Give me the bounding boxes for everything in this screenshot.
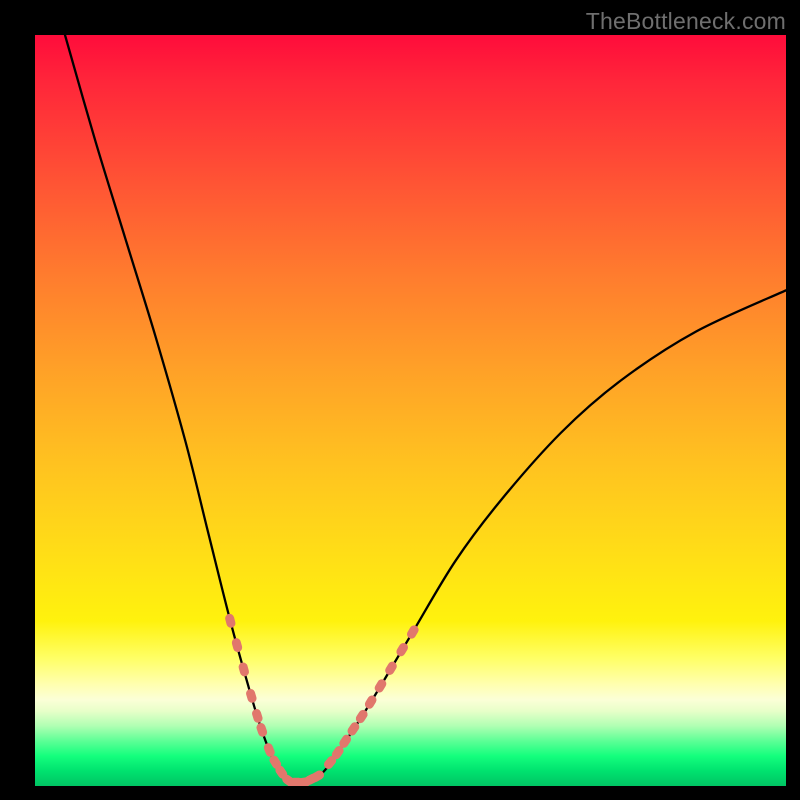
curve-marker bbox=[251, 708, 264, 724]
watermark-text: TheBottleneck.com bbox=[586, 8, 786, 35]
curve-marker bbox=[231, 637, 243, 653]
curve-layer bbox=[35, 35, 786, 786]
bottleneck-curve bbox=[65, 35, 786, 783]
plot-area bbox=[35, 35, 786, 786]
curve-marker bbox=[255, 722, 268, 738]
curve-marker bbox=[245, 688, 258, 704]
chart-frame: TheBottleneck.com bbox=[0, 0, 800, 800]
curve-marker bbox=[354, 708, 369, 725]
curve-marker bbox=[224, 613, 236, 629]
curve-marker bbox=[395, 641, 410, 658]
bottleneck-curve-path bbox=[65, 35, 786, 783]
curve-marker bbox=[384, 660, 399, 677]
curve-marker bbox=[405, 624, 420, 641]
curve-marker bbox=[238, 661, 250, 677]
marker-cluster bbox=[224, 613, 420, 786]
curve-marker bbox=[373, 678, 388, 695]
curve-marker bbox=[363, 694, 378, 711]
